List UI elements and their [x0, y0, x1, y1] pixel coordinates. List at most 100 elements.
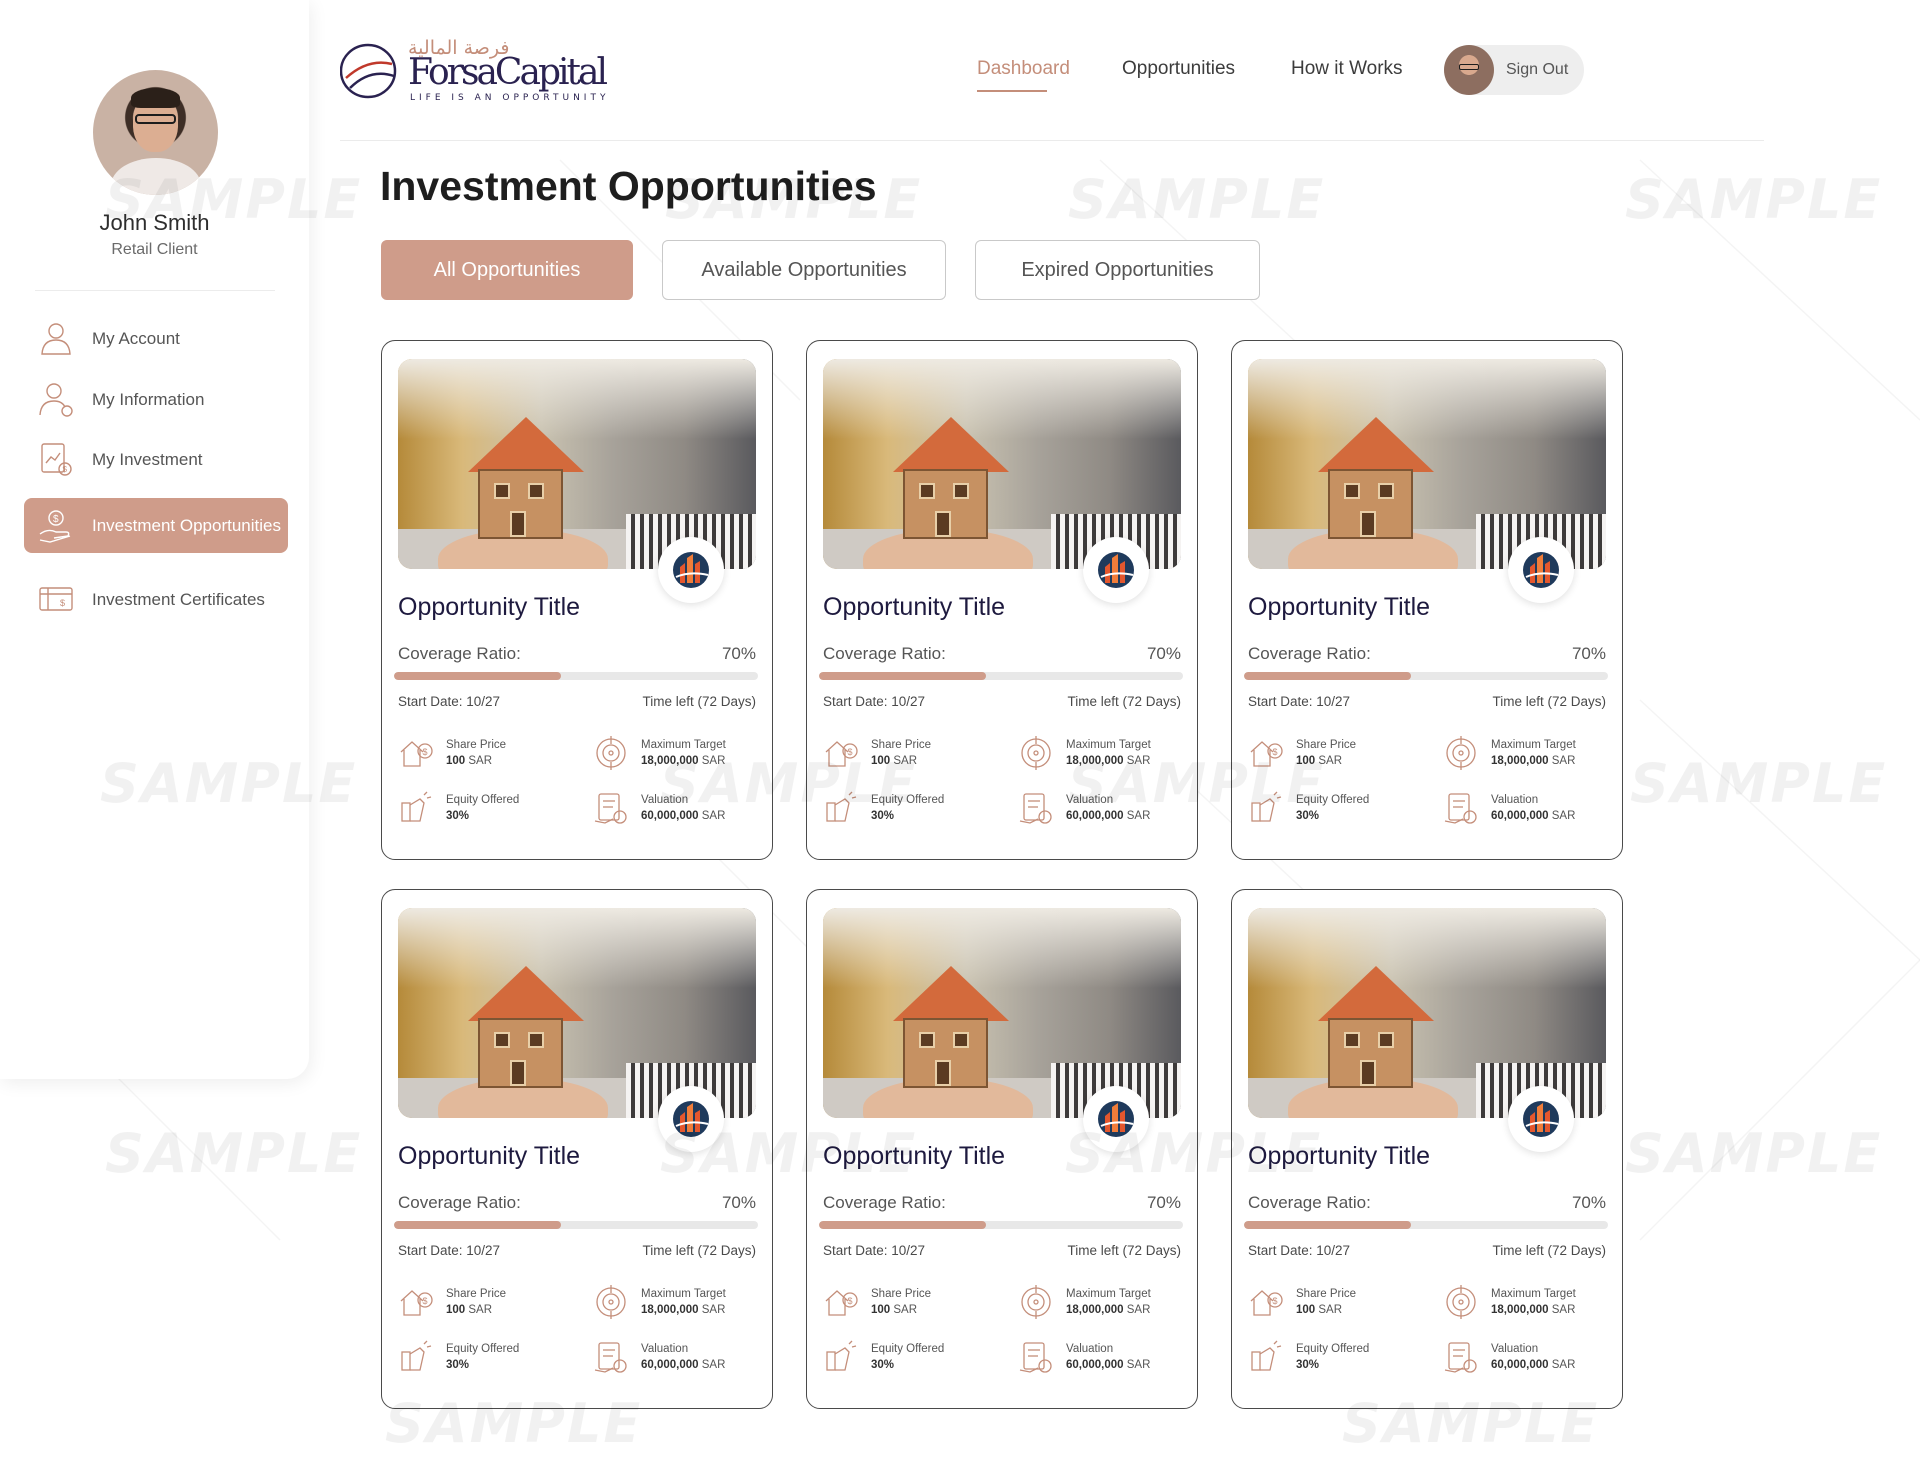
coverage-progress-fill	[1244, 1221, 1412, 1229]
logo-name: ForsaCapital	[408, 52, 608, 93]
opportunity-card[interactable]: Opportunity Title Coverage Ratio: 70% St…	[806, 889, 1198, 1409]
stat-label: Maximum Target	[1491, 739, 1576, 751]
profile-avatar[interactable]	[93, 70, 218, 195]
stat-label: Valuation	[641, 1343, 689, 1355]
equity-offered-stat: Equity Offered 30%	[1248, 1340, 1369, 1374]
stat-value: 30%	[446, 810, 470, 822]
stat-label: Share Price	[1296, 1288, 1357, 1300]
house-money-icon: $	[400, 1290, 433, 1316]
equity-hand-icon	[1251, 791, 1282, 822]
valuation-doc-icon	[1444, 1342, 1477, 1373]
svg-text:$: $	[63, 465, 68, 474]
stat-label: Share Price	[446, 1288, 507, 1300]
share-price-stat: $ Share Price 100 SAR	[398, 736, 506, 770]
stat-label: Equity Offered	[446, 1343, 520, 1355]
hand-money-icon: $	[39, 509, 71, 543]
opportunity-card[interactable]: Opportunity Title Coverage Ratio: 70% St…	[1231, 889, 1623, 1409]
stat-label: Maximum Target	[1066, 1288, 1151, 1300]
svg-text:$: $	[423, 747, 428, 757]
stat-value: 100 SAR	[1296, 755, 1343, 767]
target-icon	[1021, 736, 1051, 770]
svg-text:$: $	[848, 1296, 853, 1306]
stat-label: Equity Offered	[1296, 794, 1370, 806]
building-logo-icon	[1098, 1101, 1134, 1137]
certificate-icon: $	[39, 587, 73, 611]
stat-label: Valuation	[1491, 794, 1539, 806]
stat-value: 30%	[1296, 1359, 1320, 1371]
stat-label: Maximum Target	[1066, 739, 1151, 751]
valuation-stat: Valuation 60,000,000 SAR	[593, 1340, 725, 1374]
opportunity-card[interactable]: Opportunity Title Coverage Ratio: 70% St…	[381, 340, 773, 860]
building-logo-icon	[1523, 1101, 1559, 1137]
time-left: Time left (72 Days)	[1067, 694, 1181, 709]
forsa-capital-logo[interactable]: فرصة المالية ForsaCapital LIFE IS AN OPP…	[339, 37, 615, 104]
opportunity-card[interactable]: Opportunity Title Coverage Ratio: 70% St…	[1231, 340, 1623, 860]
opportunity-card[interactable]: Opportunity Title Coverage Ratio: 70% St…	[806, 340, 1198, 860]
target-icon	[596, 1285, 626, 1319]
opportunity-card[interactable]: Opportunity Title Coverage Ratio: 70% St…	[381, 889, 773, 1409]
stat-label: Maximum Target	[641, 1288, 726, 1300]
sidebar-item-my-information[interactable]: My Information	[24, 377, 288, 421]
property-image	[823, 359, 1181, 569]
sidebar-item-label: My Account	[92, 328, 180, 348]
stat-label: Share Price	[871, 739, 932, 751]
coverage-progress-bar	[1244, 672, 1608, 680]
coverage-label: Coverage Ratio:	[1248, 1193, 1371, 1212]
svg-text:$: $	[60, 598, 65, 608]
opportunity-title: Opportunity Title	[398, 1142, 581, 1170]
property-image	[398, 359, 756, 569]
equity-offered-stat: Equity Offered 30%	[398, 1340, 519, 1374]
time-left: Time left (72 Days)	[1067, 1243, 1181, 1258]
coverage-progress-bar	[1244, 1221, 1608, 1229]
user-name: John Smith	[99, 210, 210, 235]
time-left: Time left (72 Days)	[642, 1243, 756, 1258]
time-left: Time left (72 Days)	[1492, 1243, 1606, 1258]
nav-how-it-works[interactable]: How it Works	[1291, 58, 1403, 80]
house-money-icon: $	[1250, 741, 1283, 767]
company-badge	[1508, 537, 1574, 603]
target-icon	[1446, 736, 1476, 770]
stat-value: 30%	[446, 1359, 470, 1371]
stat-value: 60,000,000 SAR	[641, 810, 726, 822]
coverage-progress-fill	[819, 672, 987, 680]
maximum-target-stat: Maximum Target 18,000,000 SAR	[1018, 736, 1151, 770]
share-price-stat: $ Share Price 100 SAR	[398, 1285, 506, 1319]
stat-value: 100 SAR	[871, 1304, 918, 1316]
user-icon	[41, 323, 71, 355]
start-date: Start Date: 10/27	[398, 1243, 501, 1258]
coverage-value: 70%	[1571, 1193, 1606, 1212]
company-badge	[1508, 1086, 1574, 1152]
equity-offered-stat: Equity Offered 30%	[1248, 791, 1369, 825]
start-date: Start Date: 10/27	[1248, 694, 1351, 709]
sign-out-label: Sign Out	[1506, 61, 1569, 78]
share-price-stat: $ Share Price 100 SAR	[823, 1285, 931, 1319]
target-icon	[1021, 1285, 1051, 1319]
property-image	[823, 908, 1181, 1118]
equity-hand-icon	[401, 1340, 432, 1371]
tab-available-opportunities[interactable]: Available Opportunities	[662, 240, 946, 300]
start-date: Start Date: 10/27	[823, 694, 926, 709]
time-left: Time left (72 Days)	[1492, 694, 1606, 709]
tab-all-opportunities[interactable]: All Opportunities	[381, 240, 633, 300]
stat-value: 100 SAR	[446, 1304, 493, 1316]
sidebar-item-my-investment[interactable]: $ My Investment	[24, 437, 288, 481]
opportunity-title: Opportunity Title	[823, 1142, 1006, 1170]
sidebar-item-investment-certificates[interactable]: $ Investment Certificates	[24, 573, 288, 625]
svg-text:$: $	[848, 747, 853, 757]
property-image	[1248, 359, 1606, 569]
svg-text:$: $	[1273, 747, 1278, 757]
sidebar-item-my-account[interactable]: My Account	[24, 316, 288, 360]
user-role: Retail Client	[111, 241, 198, 258]
valuation-stat: Valuation 60,000,000 SAR	[1443, 791, 1575, 825]
stat-label: Maximum Target	[1491, 1288, 1576, 1300]
tab-expired-opportunities[interactable]: Expired Opportunities	[975, 240, 1260, 300]
sidebar-item-investment-opportunities[interactable]: $ Investment Opportunities	[24, 498, 288, 553]
nav-opportunities[interactable]: Opportunities	[1122, 58, 1235, 80]
company-badge	[1083, 1086, 1149, 1152]
sign-out-button[interactable]: Sign Out	[1444, 45, 1584, 95]
nav-dashboard[interactable]: Dashboard	[977, 58, 1070, 80]
avatar	[1444, 45, 1494, 95]
stat-value: 18,000,000 SAR	[1066, 1304, 1151, 1316]
maximum-target-stat: Maximum Target 18,000,000 SAR	[1018, 1285, 1151, 1319]
nav-active-indicator	[977, 90, 1047, 92]
